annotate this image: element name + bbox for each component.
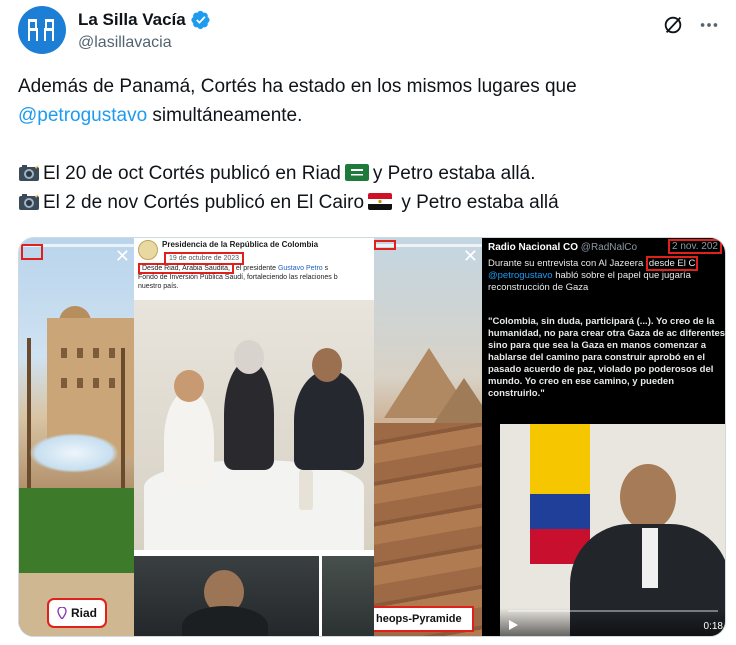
handle[interactable]: @lasillavacia [78,34,172,52]
tweet-header: La Silla Vacía @lasillavacia [18,6,724,58]
radio-nacional-name: Radio Nacional CO [488,242,579,253]
riad-story-panel: ✕ Riad [19,238,134,636]
petro-mention: @petrogustavo [488,270,553,281]
more-options-icon[interactable] [698,14,720,36]
cheops-story-panel: ✕ heops-Pyramide [374,238,482,636]
tweet-line-3-end: y Petro estaba allá. [372,163,536,184]
location-label: Riad [71,606,98,620]
fountain [29,433,119,473]
highlight-box [21,244,43,260]
video-progress [508,610,718,612]
tweet-line-4-text: El 2 de nov Cortés publicó en El Cairo [43,192,365,213]
tweet-image[interactable]: ✕ Riad Presidencia de la República de Co… [18,237,726,637]
radio-nacional-panel: Radio Nacional CO @RadNalCo 2 nov. 202 D… [482,238,726,636]
location-sticker: Riad [46,598,108,628]
presidencia-post-text: Desde Riad, Arabia Saudita, el president… [138,263,338,290]
egypt-flag-icon [368,193,393,210]
presidencia-post-panel: Presidencia de la República de Colombia … [134,238,374,636]
radio-nacional-quote: "Colombia, sin duda, participará (...). … [488,316,726,399]
grok-icon[interactable] [662,14,684,36]
presidencia-logo-icon [138,240,158,260]
camera-flash-icon [19,163,39,181]
highlight-box [374,240,396,250]
tweet-text: Además de Panamá, Cortés ha estado en lo… [18,72,718,217]
tweet-line-3-text: El 20 de oct Cortés publicó en Riad [43,163,341,184]
display-name[interactable]: La Silla Vacía [78,10,186,30]
petro-mention: Gustavo Petro [277,265,323,272]
presidencia-post-header: Presidencia de la República de Colombia … [134,238,374,300]
tweet-line-4: El 2 de nov Cortés publicó en El Cairo y… [18,188,718,217]
video-time: 0:18 [703,621,723,632]
avatar[interactable] [18,6,66,54]
tweet-line-3: El 20 de oct Cortés publicó en Riad y Pe… [18,159,718,188]
tweet-line-2-text: simultáneamente. [147,105,303,126]
close-icon: ✕ [114,246,130,266]
petro-photo [134,556,319,636]
presidencia-account-name: Presidencia de la República de Colombia [162,240,319,249]
tweet-line-2: @petrogustavo simultáneamente. [18,101,718,130]
video-player: 0:18 [500,424,725,636]
play-icon [509,620,518,630]
name-row: La Silla Vacía [78,10,211,30]
saudi-flag-icon [344,164,369,181]
radio-nacional-header: Radio Nacional CO @RadNalCo [488,242,637,253]
radio-nacional-date: 2 nov. 202 [668,239,722,254]
radio-nacional-handle: @RadNalCo [580,242,638,253]
tweet-line-1: Además de Panamá, Cortés ha estado en lo… [18,76,577,97]
location-sticker: heops-Pyramide [374,606,474,632]
verified-badge-icon [191,10,210,30]
close-icon: ✕ [462,246,478,266]
tweet-line-4-end: y Petro estaba allá [396,192,559,213]
cairo-highlight: desde El C [645,256,699,271]
chair-logo-icon [28,19,54,41]
pin-icon [57,607,67,619]
radio-nacional-text: Durante su entrevista con Al Jazeera des… [488,256,725,294]
meeting-photo [134,300,374,550]
camera-flash-icon [19,192,39,210]
mention-link[interactable]: @petrogustavo [18,105,147,126]
